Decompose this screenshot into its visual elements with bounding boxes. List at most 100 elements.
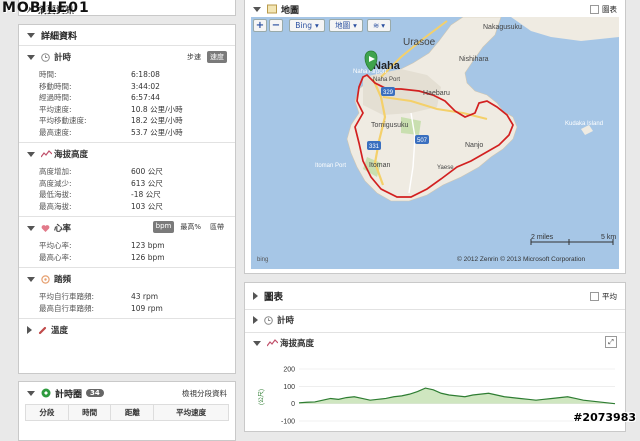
bpm-toggle[interactable]: bpm — [152, 221, 175, 233]
stat-value: 109 rpm — [131, 303, 163, 313]
elevation-section: 海拔高度 高度增加: 600 公尺 高度減少: 613 公尺 最低海拔: -18 公尺 最高… — [19, 142, 235, 216]
stat-row: 平均自行車踏頻: 43 rpm — [27, 291, 227, 303]
collapse-down-icon — [253, 6, 261, 12]
speed-toggle[interactable]: 速度 — [207, 51, 227, 63]
label-tomigusuku: Tomigusuku — [371, 122, 408, 129]
stat-value: 6:18:08 — [131, 70, 160, 80]
heart-rows: 平均心率: 123 bpm 最高心率: 126 bpm — [27, 240, 227, 263]
laps-count-badge: 34 — [86, 389, 104, 397]
y-tick-label: 100 — [283, 384, 295, 391]
stat-label: 平均自行車踏頻: — [39, 292, 95, 302]
zones-toggle[interactable]: 區帶 — [207, 221, 227, 233]
stat-row: 最低海拔: -18 公尺 — [27, 189, 227, 201]
chart-elevation-label: 海拔高度 — [280, 339, 315, 349]
stat-label: 平均速度: — [39, 104, 72, 114]
label-itoman-port: Itoman Port — [315, 163, 346, 169]
chevron-down-icon: ▾ — [381, 21, 386, 30]
label-yaese: Yaese — [437, 165, 454, 171]
zoom-out-button[interactable]: − — [269, 19, 283, 32]
stat-label: 平均移動速度: — [39, 116, 87, 126]
elevation-title: 海拔高度 — [54, 150, 89, 160]
chart-title: 圖表 — [264, 292, 284, 303]
stat-value: 6:57:44 — [131, 93, 160, 103]
map-fullscreen-option[interactable]: 圖表 — [590, 4, 617, 15]
chart-average-option[interactable]: 平均 — [590, 291, 617, 302]
chart-panel: 圖表 平均 計時 海拔高度 ⤢ (公尺) 200 100 0 -100 — [244, 282, 626, 432]
elevation-icon — [40, 149, 53, 159]
laps-header[interactable]: 計時圈 34 檢視分段資料 — [19, 382, 235, 404]
map-type-select[interactable]: 地圖 ▾ — [329, 19, 363, 32]
collapse-down-icon — [27, 32, 35, 38]
stat-label: 高度減少: — [39, 178, 72, 188]
temperature-header[interactable]: 溫度 — [27, 324, 227, 336]
expand-icon[interactable]: ⤢ — [605, 336, 617, 348]
y-tick-label: 0 — [291, 401, 295, 408]
fullscreen-checkbox[interactable] — [590, 5, 599, 14]
collapse-down-icon — [27, 276, 35, 282]
layers-icon: ≋ — [372, 21, 380, 30]
scale-km-label: 5 km — [601, 234, 616, 241]
map-svg: 329 331 507 Urasoe Nakagusuku Nishihara … — [251, 17, 619, 269]
y-tick-label: -100 — [281, 419, 295, 426]
details-panel: 詳細資料 計時 步速 速度 時間: 6:18:08 移動時間: 3:44:02 經過時間… — [18, 24, 236, 374]
details-header[interactable]: 詳細資料 — [19, 25, 235, 45]
stat-row: 最高海拔: 103 公尺 — [27, 201, 227, 213]
map-provider-value: Bing — [295, 21, 312, 30]
chart-ylabel: (公尺) — [258, 389, 265, 405]
stat-label: 最高自行車踏頻: — [39, 303, 95, 313]
stat-row: 平均速度: 10.8 公里/小時 — [27, 104, 227, 116]
map-panel: 地圖 圖表 329 331 507 Urasoe Nakagusuku Nish… — [244, 0, 626, 274]
cadence-icon — [41, 274, 50, 284]
map-provider-select[interactable]: Bing ▾ — [289, 19, 325, 32]
route-331-label: 331 — [369, 144, 380, 150]
max-percent-toggle[interactable]: 最高% — [177, 221, 204, 233]
cadence-header[interactable]: 踏頻 — [27, 273, 227, 285]
map-layers-button[interactable]: ≋ ▾ — [367, 19, 391, 32]
label-kudaka: Kudaka Island — [565, 121, 603, 127]
timing-title: 計時 — [54, 53, 72, 63]
map-header[interactable]: 地圖 圖表 — [245, 0, 625, 17]
map-fullscreen-label: 圖表 — [602, 4, 617, 14]
stat-value: 10.8 公里/小時 — [131, 104, 183, 114]
zoom-in-button[interactable]: + — [253, 19, 267, 32]
col-avg-speed[interactable]: 平均速度 — [153, 404, 229, 421]
chart-elevation-header: 海拔高度 — [253, 337, 617, 349]
stat-row: 平均心率: 123 bpm — [27, 240, 227, 252]
col-time[interactable]: 時間 — [67, 404, 112, 421]
pace-toggle[interactable]: 步速 — [184, 51, 204, 63]
route-329-shield: 329 — [381, 87, 395, 96]
map-canvas[interactable]: 329 331 507 Urasoe Nakagusuku Nishihara … — [251, 17, 619, 269]
collapse-down-icon — [253, 340, 261, 346]
view-splits-link[interactable]: 檢視分段資料 — [182, 388, 227, 399]
collapse-down-icon — [27, 151, 35, 157]
route-507-shield: 507 — [415, 135, 429, 144]
stat-row: 經過時間: 6:57:44 — [27, 92, 227, 104]
chart-header[interactable]: 圖表 平均 — [245, 283, 625, 309]
laps-panel: 計時圈 34 檢視分段資料 分段 時間 距離 平均速度 — [18, 381, 236, 441]
clock-icon — [41, 52, 50, 62]
laps-table: 分段 時間 距離 平均速度 — [25, 404, 229, 421]
stat-value: 123 bpm — [131, 241, 165, 251]
chevron-down-icon: ▾ — [353, 21, 357, 30]
col-split[interactable]: 分段 — [25, 404, 69, 421]
stat-label: 經過時間: — [39, 93, 72, 103]
map-type-value: 地圖 — [335, 21, 351, 30]
chart-elevation-row[interactable]: 海拔高度 ⤢ — [245, 332, 625, 355]
label-nishihara: Nishihara — [459, 56, 489, 63]
elevation-header[interactable]: 海拔高度 — [27, 148, 227, 160]
y-tick-label: 200 — [283, 367, 295, 374]
stat-label: 時間: — [39, 70, 57, 80]
stat-row: 最高自行車踏頻: 109 rpm — [27, 303, 227, 315]
stat-value: 53.7 公里/小時 — [131, 127, 183, 137]
stat-value: 600 公尺 — [131, 167, 163, 177]
average-checkbox[interactable] — [590, 292, 599, 301]
route-507-label: 507 — [417, 138, 428, 144]
temperature-section: 溫度 — [19, 318, 235, 346]
stat-value: -18 公尺 — [131, 190, 161, 200]
cadence-title: 踏頻 — [54, 275, 72, 285]
average-label: 平均 — [602, 291, 617, 301]
thermometer-icon — [38, 326, 47, 335]
chart-timing-row[interactable]: 計時 — [245, 309, 625, 332]
details-title: 詳細資料 — [41, 31, 78, 42]
col-distance[interactable]: 距離 — [110, 404, 155, 421]
